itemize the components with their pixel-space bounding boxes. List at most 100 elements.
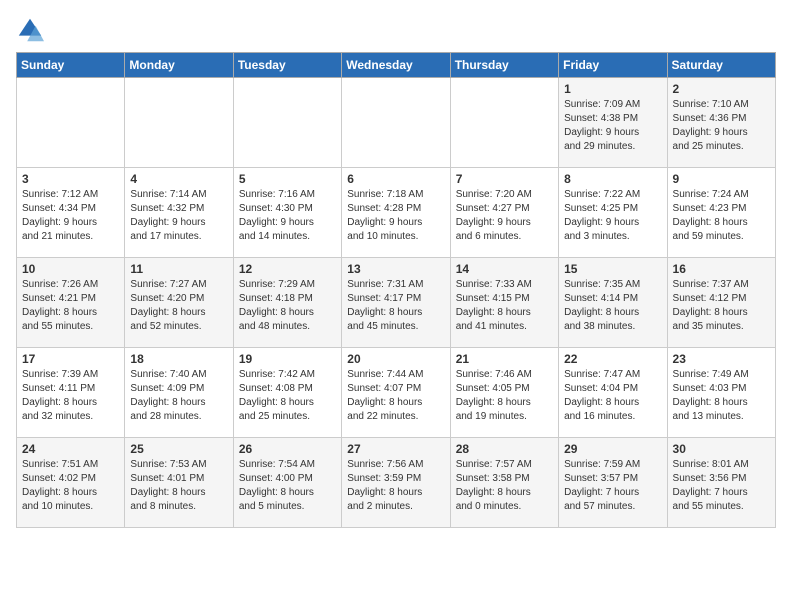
page-header <box>16 16 776 44</box>
col-header-friday: Friday <box>559 53 667 78</box>
day-info: Sunrise: 7:42 AMSunset: 4:08 PMDaylight:… <box>239 368 336 424</box>
day-number: 28 <box>456 442 553 456</box>
col-header-thursday: Thursday <box>450 53 558 78</box>
day-number: 3 <box>22 172 119 186</box>
day-number: 24 <box>22 442 119 456</box>
day-number: 25 <box>130 442 227 456</box>
day-cell: 4Sunrise: 7:14 AMSunset: 4:32 PMDaylight… <box>125 168 233 258</box>
day-number: 30 <box>673 442 770 456</box>
day-cell <box>342 78 450 168</box>
day-cell: 18Sunrise: 7:40 AMSunset: 4:09 PMDayligh… <box>125 348 233 438</box>
day-info: Sunrise: 7:37 AMSunset: 4:12 PMDaylight:… <box>673 278 770 334</box>
day-number: 13 <box>347 262 444 276</box>
day-info: Sunrise: 7:26 AMSunset: 4:21 PMDaylight:… <box>22 278 119 334</box>
day-cell: 2 Sunrise: 7:10 AMSunset: 4:36 PMDaylight… <box>667 78 775 168</box>
day-number: 20 <box>347 352 444 366</box>
day-number: 5 <box>239 172 336 186</box>
day-cell: 28 Sunrise: 7:57 AMSunset: 3:58 PMDayligh… <box>450 438 558 528</box>
day-number: 10 <box>22 262 119 276</box>
day-info: Sunrise: 7:54 AMSunset: 4:00 PMDaylight:… <box>239 458 336 514</box>
day-number: 17 <box>22 352 119 366</box>
day-cell: 19 Sunrise: 7:42 AMSunset: 4:08 PMDayligh… <box>233 348 341 438</box>
day-info: Sunrise: 7:33 AMSunset: 4:15 PMDaylight:… <box>456 278 553 334</box>
logo <box>16 16 48 44</box>
day-number: 21 <box>456 352 553 366</box>
day-number: 23 <box>673 352 770 366</box>
day-info: Sunrise: 7:47 AMSunset: 4:04 PMDaylight:… <box>564 368 661 424</box>
day-number: 14 <box>456 262 553 276</box>
day-info: Sunrise: 7:10 AMSunset: 4:36 PMDaylight:… <box>673 98 770 154</box>
col-header-wednesday: Wednesday <box>342 53 450 78</box>
day-number: 9 <box>673 172 770 186</box>
day-info: Sunrise: 7:53 AMSunset: 4:01 PMDaylight:… <box>130 458 227 514</box>
day-info: Sunrise: 7:39 AMSunset: 4:11 PMDaylight:… <box>22 368 119 424</box>
calendar-table: SundayMondayTuesdayWednesdayThursdayFrid… <box>16 52 776 528</box>
day-cell: 14 Sunrise: 7:33 AMSunset: 4:15 PMDayligh… <box>450 258 558 348</box>
day-number: 18 <box>130 352 227 366</box>
day-number: 6 <box>347 172 444 186</box>
day-cell: 11Sunrise: 7:27 AMSunset: 4:20 PMDayligh… <box>125 258 233 348</box>
day-cell: 1 Sunrise: 7:09 AMSunset: 4:38 PMDaylight… <box>559 78 667 168</box>
day-number: 19 <box>239 352 336 366</box>
day-info: Sunrise: 7:09 AMSunset: 4:38 PMDaylight:… <box>564 98 661 154</box>
day-cell: 27 Sunrise: 7:56 AMSunset: 3:59 PMDayligh… <box>342 438 450 528</box>
col-header-saturday: Saturday <box>667 53 775 78</box>
day-info: Sunrise: 7:31 AMSunset: 4:17 PMDaylight:… <box>347 278 444 334</box>
day-cell: 30 Sunrise: 8:01 AMSunset: 3:56 PMDayligh… <box>667 438 775 528</box>
day-info: Sunrise: 7:24 AMSunset: 4:23 PMDaylight:… <box>673 188 770 244</box>
day-cell: 5 Sunrise: 7:16 AMSunset: 4:30 PMDaylight… <box>233 168 341 258</box>
day-number: 7 <box>456 172 553 186</box>
day-info: Sunrise: 7:14 AMSunset: 4:32 PMDaylight:… <box>130 188 227 244</box>
day-cell: 17 Sunrise: 7:39 AMSunset: 4:11 PMDayligh… <box>17 348 125 438</box>
day-cell: 7Sunrise: 7:20 AMSunset: 4:27 PMDaylight… <box>450 168 558 258</box>
day-cell <box>125 78 233 168</box>
day-cell: 20 Sunrise: 7:44 AMSunset: 4:07 PMDayligh… <box>342 348 450 438</box>
header-row: SundayMondayTuesdayWednesdayThursdayFrid… <box>17 53 776 78</box>
day-info: Sunrise: 7:18 AMSunset: 4:28 PMDaylight:… <box>347 188 444 244</box>
day-cell <box>17 78 125 168</box>
day-cell: 22 Sunrise: 7:47 AMSunset: 4:04 PMDayligh… <box>559 348 667 438</box>
day-number: 16 <box>673 262 770 276</box>
day-cell: 8Sunrise: 7:22 AMSunset: 4:25 PMDaylight… <box>559 168 667 258</box>
day-cell: 16 Sunrise: 7:37 AMSunset: 4:12 PMDayligh… <box>667 258 775 348</box>
day-cell: 13 Sunrise: 7:31 AMSunset: 4:17 PMDayligh… <box>342 258 450 348</box>
day-number: 12 <box>239 262 336 276</box>
week-row-2: 3 Sunrise: 7:12 AMSunset: 4:34 PMDaylight… <box>17 168 776 258</box>
day-info: Sunrise: 7:27 AMSunset: 4:20 PMDaylight:… <box>130 278 227 334</box>
day-cell: 21 Sunrise: 7:46 AMSunset: 4:05 PMDayligh… <box>450 348 558 438</box>
day-info: Sunrise: 7:56 AMSunset: 3:59 PMDaylight:… <box>347 458 444 514</box>
day-number: 1 <box>564 82 661 96</box>
day-info: Sunrise: 7:44 AMSunset: 4:07 PMDaylight:… <box>347 368 444 424</box>
day-number: 26 <box>239 442 336 456</box>
day-number: 22 <box>564 352 661 366</box>
day-info: Sunrise: 7:29 AMSunset: 4:18 PMDaylight:… <box>239 278 336 334</box>
day-cell: 24Sunrise: 7:51 AMSunset: 4:02 PMDayligh… <box>17 438 125 528</box>
week-row-5: 24Sunrise: 7:51 AMSunset: 4:02 PMDayligh… <box>17 438 776 528</box>
day-number: 27 <box>347 442 444 456</box>
day-cell: 15Sunrise: 7:35 AMSunset: 4:14 PMDayligh… <box>559 258 667 348</box>
day-info: Sunrise: 7:16 AMSunset: 4:30 PMDaylight:… <box>239 188 336 244</box>
day-info: Sunrise: 7:46 AMSunset: 4:05 PMDaylight:… <box>456 368 553 424</box>
day-cell: 23 Sunrise: 7:49 AMSunset: 4:03 PMDayligh… <box>667 348 775 438</box>
day-info: Sunrise: 7:57 AMSunset: 3:58 PMDaylight:… <box>456 458 553 514</box>
day-number: 8 <box>564 172 661 186</box>
day-cell: 6 Sunrise: 7:18 AMSunset: 4:28 PMDaylight… <box>342 168 450 258</box>
col-header-sunday: Sunday <box>17 53 125 78</box>
col-header-monday: Monday <box>125 53 233 78</box>
day-number: 15 <box>564 262 661 276</box>
day-cell: 10 Sunrise: 7:26 AMSunset: 4:21 PMDayligh… <box>17 258 125 348</box>
day-cell: 12 Sunrise: 7:29 AMSunset: 4:18 PMDayligh… <box>233 258 341 348</box>
week-row-3: 10 Sunrise: 7:26 AMSunset: 4:21 PMDayligh… <box>17 258 776 348</box>
day-info: Sunrise: 8:01 AMSunset: 3:56 PMDaylight:… <box>673 458 770 514</box>
day-info: Sunrise: 7:49 AMSunset: 4:03 PMDaylight:… <box>673 368 770 424</box>
day-cell <box>233 78 341 168</box>
day-number: 2 <box>673 82 770 96</box>
col-header-tuesday: Tuesday <box>233 53 341 78</box>
day-info: Sunrise: 7:59 AMSunset: 3:57 PMDaylight:… <box>564 458 661 514</box>
day-info: Sunrise: 7:12 AMSunset: 4:34 PMDaylight:… <box>22 188 119 244</box>
day-cell: 25 Sunrise: 7:53 AMSunset: 4:01 PMDayligh… <box>125 438 233 528</box>
day-cell: 9 Sunrise: 7:24 AMSunset: 4:23 PMDaylight… <box>667 168 775 258</box>
week-row-4: 17 Sunrise: 7:39 AMSunset: 4:11 PMDayligh… <box>17 348 776 438</box>
day-number: 29 <box>564 442 661 456</box>
day-cell: 3 Sunrise: 7:12 AMSunset: 4:34 PMDaylight… <box>17 168 125 258</box>
